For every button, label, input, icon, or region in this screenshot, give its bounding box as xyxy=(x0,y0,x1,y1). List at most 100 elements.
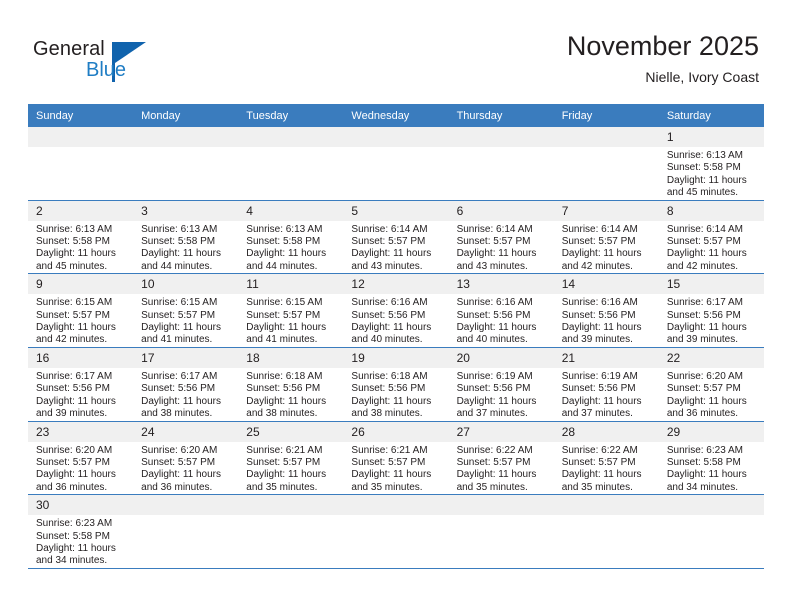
daylight-text: Daylight: 11 hours and 34 minutes. xyxy=(36,542,116,567)
calendar-day-cell[interactable]: 4 Sunrise: 6:13 AM Sunset: 5:58 PM Daylight… xyxy=(238,200,344,275)
calendar-day-cell[interactable]: 28 Sunrise: 6:22 AM Sunset: 5:57 PM Dayligh… xyxy=(553,421,659,496)
sunrise-text: Sunrise: 6:13 AM xyxy=(666,150,743,161)
day-sun-info: Sunrise: 6:16 AM Sunset: 5:56 PM Daylight:… xyxy=(554,294,659,347)
day-number: 10 xyxy=(133,274,239,295)
day-sun-info: Sunrise: 6:15 AM Sunset: 5:57 PM Daylight:… xyxy=(238,294,343,347)
sunset-text: Sunset: 5:56 PM xyxy=(456,383,531,395)
sunset-text: Sunset: 5:57 PM xyxy=(351,236,426,248)
day-number: 19 xyxy=(343,347,449,368)
calendar-day-cell[interactable]: 30 Sunrise: 6:23 AM Sunset: 5:58 PM Dayligh… xyxy=(28,494,134,569)
sunrise-text: Sunrise: 6:18 AM xyxy=(246,370,323,382)
weekday-header-wednesday: Wednesday xyxy=(343,104,449,127)
day-number: 20 xyxy=(448,347,554,368)
calendar-day-cell[interactable]: 12 Sunrise: 6:16 AM Sunset: 5:56 PM Dayligh… xyxy=(343,273,449,348)
page-header: General Blue November 2025 Nielle, Ivory… xyxy=(0,0,792,104)
calendar-day-cell[interactable]: 10 Sunrise: 6:15 AM Sunset: 5:57 PM Dayligh… xyxy=(133,273,239,348)
day-sun-info: Sunrise: 6:22 AM Sunset: 5:57 PM Daylight:… xyxy=(449,442,554,495)
sunset-text: Sunset: 5:57 PM xyxy=(36,309,110,321)
sunset-text: Sunset: 5:57 PM xyxy=(456,456,531,468)
day-number: 16 xyxy=(28,347,134,368)
daylight-text: Daylight: 11 hours and 41 minutes. xyxy=(246,322,327,346)
sunset-text: Sunset: 5:58 PM xyxy=(141,236,216,248)
calendar-day-cell[interactable]: 11 Sunrise: 6:15 AM Sunset: 5:57 PM Dayligh… xyxy=(238,273,344,348)
day-number xyxy=(28,127,134,147)
calendar-day-cell[interactable]: 19 Sunrise: 6:18 AM Sunset: 5:56 PM Dayligh… xyxy=(343,347,449,422)
sunrise-text: Sunrise: 6:14 AM xyxy=(351,223,428,235)
sunset-text: Sunset: 5:57 PM xyxy=(351,456,426,468)
day-sun-info: Sunrise: 6:14 AM Sunset: 5:57 PM Daylight:… xyxy=(659,221,764,274)
weekday-header-thursday: Thursday xyxy=(448,104,554,127)
day-sun-info: Sunrise: 6:16 AM Sunset: 5:56 PM Daylight:… xyxy=(449,294,554,347)
day-number: 13 xyxy=(448,274,554,295)
weekday-header-saturday: Saturday xyxy=(658,104,764,127)
daylight-text: Daylight: 11 hours and 35 minutes. xyxy=(246,469,327,493)
calendar-day-cell[interactable]: 25 Sunrise: 6:21 AM Sunset: 5:57 PM Dayligh… xyxy=(238,421,344,496)
sunset-text: Sunset: 5:57 PM xyxy=(246,309,321,321)
calendar-week-row: 23 Sunrise: 6:20 AM Sunset: 5:57 PM Dayligh… xyxy=(28,421,764,496)
calendar-empty-cell xyxy=(343,494,449,569)
sunset-text: Sunset: 5:56 PM xyxy=(561,309,636,321)
calendar-day-cell[interactable]: 9 Sunrise: 6:15 AM Sunset: 5:57 PM Daylight… xyxy=(28,273,134,348)
sunrise-text: Sunrise: 6:21 AM xyxy=(246,444,323,456)
calendar-day-cell[interactable]: 16 Sunrise: 6:17 AM Sunset: 5:56 PM Dayligh… xyxy=(28,347,134,422)
calendar-day-cell[interactable]: 3 Sunrise: 6:13 AM Sunset: 5:58 PM Daylight… xyxy=(133,200,239,275)
calendar-day-cell[interactable]: 1 Sunrise: 6:13 AM Sunset: 5:58 PM Daylight… xyxy=(658,127,764,201)
calendar-empty-cell xyxy=(553,127,659,201)
day-number: 30 xyxy=(28,495,134,516)
day-number: 18 xyxy=(238,347,344,368)
daylight-text: Daylight: 11 hours and 43 minutes. xyxy=(351,248,432,272)
general-blue-logo[interactable]: General Blue xyxy=(33,38,213,88)
daylight-text: Daylight: 11 hours and 36 minutes. xyxy=(666,395,747,420)
calendar-day-cell[interactable]: 6 Sunrise: 6:14 AM Sunset: 5:57 PM Daylight… xyxy=(448,200,554,275)
calendar-empty-cell xyxy=(448,494,554,569)
day-number: 14 xyxy=(553,274,659,295)
calendar-day-cell[interactable]: 5 Sunrise: 6:14 AM Sunset: 5:57 PM Daylight… xyxy=(343,200,449,275)
calendar-day-cell[interactable]: 26 Sunrise: 6:21 AM Sunset: 5:57 PM Dayligh… xyxy=(343,421,449,496)
day-number: 7 xyxy=(553,200,659,221)
calendar-day-cell[interactable]: 29 Sunrise: 6:23 AM Sunset: 5:58 PM Dayligh… xyxy=(658,421,764,496)
calendar-day-cell[interactable]: 24 Sunrise: 6:20 AM Sunset: 5:57 PM Dayligh… xyxy=(133,421,239,496)
daylight-text: Daylight: 11 hours and 34 minutes. xyxy=(666,469,747,493)
calendar-day-cell[interactable]: 2 Sunrise: 6:13 AM Sunset: 5:58 PM Daylight… xyxy=(28,200,134,275)
day-sun-info: Sunrise: 6:16 AM Sunset: 5:56 PM Daylight:… xyxy=(343,294,448,347)
calendar-day-cell[interactable]: 13 Sunrise: 6:16 AM Sunset: 5:56 PM Dayligh… xyxy=(448,273,554,348)
calendar-day-cell[interactable]: 14 Sunrise: 6:16 AM Sunset: 5:56 PM Dayligh… xyxy=(553,273,659,348)
sunrise-text: Sunrise: 6:20 AM xyxy=(666,370,743,382)
sunrise-text: Sunrise: 6:16 AM xyxy=(456,297,533,309)
calendar-day-cell[interactable]: 7 Sunrise: 6:14 AM Sunset: 5:57 PM Daylight… xyxy=(553,200,659,275)
calendar-day-cell[interactable]: 17 Sunrise: 6:17 AM Sunset: 5:56 PM Dayligh… xyxy=(133,347,239,422)
calendar-day-cell[interactable]: 27 Sunrise: 6:22 AM Sunset: 5:57 PM Dayligh… xyxy=(448,421,554,496)
calendar-empty-cell xyxy=(28,127,134,201)
day-sun-info: Sunrise: 6:15 AM Sunset: 5:57 PM Daylight:… xyxy=(28,294,133,347)
sunset-text: Sunset: 5:56 PM xyxy=(351,309,426,321)
day-sun-info: Sunrise: 6:19 AM Sunset: 5:56 PM Daylight:… xyxy=(449,368,554,421)
daylight-text: Daylight: 11 hours and 43 minutes. xyxy=(456,248,537,272)
calendar-day-cell[interactable]: 22 Sunrise: 6:20 AM Sunset: 5:57 PM Dayligh… xyxy=(658,347,764,422)
calendar-day-cell[interactable]: 18 Sunrise: 6:18 AM Sunset: 5:56 PM Dayligh… xyxy=(238,347,344,422)
calendar-day-cell[interactable]: 20 Sunrise: 6:19 AM Sunset: 5:56 PM Dayligh… xyxy=(448,347,554,422)
calendar-day-cell[interactable]: 8 Sunrise: 6:14 AM Sunset: 5:57 PM Daylight… xyxy=(658,200,764,275)
day-number xyxy=(133,127,239,147)
day-number: 2 xyxy=(28,200,134,221)
calendar-day-cell[interactable]: 21 Sunrise: 6:19 AM Sunset: 5:56 PM Dayligh… xyxy=(553,347,659,422)
sunset-text: Sunset: 5:57 PM xyxy=(141,309,216,321)
day-number xyxy=(553,495,659,516)
daylight-text: Daylight: 11 hours and 40 minutes. xyxy=(456,322,537,346)
day-sun-info: Sunrise: 6:13 AM Sunset: 5:58 PM Daylight:… xyxy=(659,147,764,200)
calendar-day-cell[interactable]: 23 Sunrise: 6:20 AM Sunset: 5:57 PM Dayligh… xyxy=(28,421,134,496)
sunrise-text: Sunrise: 6:14 AM xyxy=(666,223,743,235)
day-sun-info: Sunrise: 6:18 AM Sunset: 5:56 PM Daylight:… xyxy=(343,368,448,421)
day-number: 24 xyxy=(133,421,239,442)
page-title: November 2025 xyxy=(566,31,759,61)
daylight-text: Daylight: 11 hours and 44 minutes. xyxy=(141,248,221,272)
sunset-text: Sunset: 5:56 PM xyxy=(246,383,321,395)
calendar-day-cell[interactable]: 15 Sunrise: 6:17 AM Sunset: 5:56 PM Dayligh… xyxy=(658,273,764,348)
day-sun-info: Sunrise: 6:13 AM Sunset: 5:58 PM Daylight:… xyxy=(133,221,238,274)
day-sun-info: Sunrise: 6:17 AM Sunset: 5:56 PM Daylight:… xyxy=(659,294,764,347)
sunset-text: Sunset: 5:56 PM xyxy=(141,383,216,395)
sunrise-text: Sunrise: 6:21 AM xyxy=(351,444,428,456)
sunrise-text: Sunrise: 6:16 AM xyxy=(351,297,428,309)
day-number: 27 xyxy=(448,421,554,442)
sunset-text: Sunset: 5:56 PM xyxy=(666,309,741,321)
day-number: 23 xyxy=(28,421,134,442)
